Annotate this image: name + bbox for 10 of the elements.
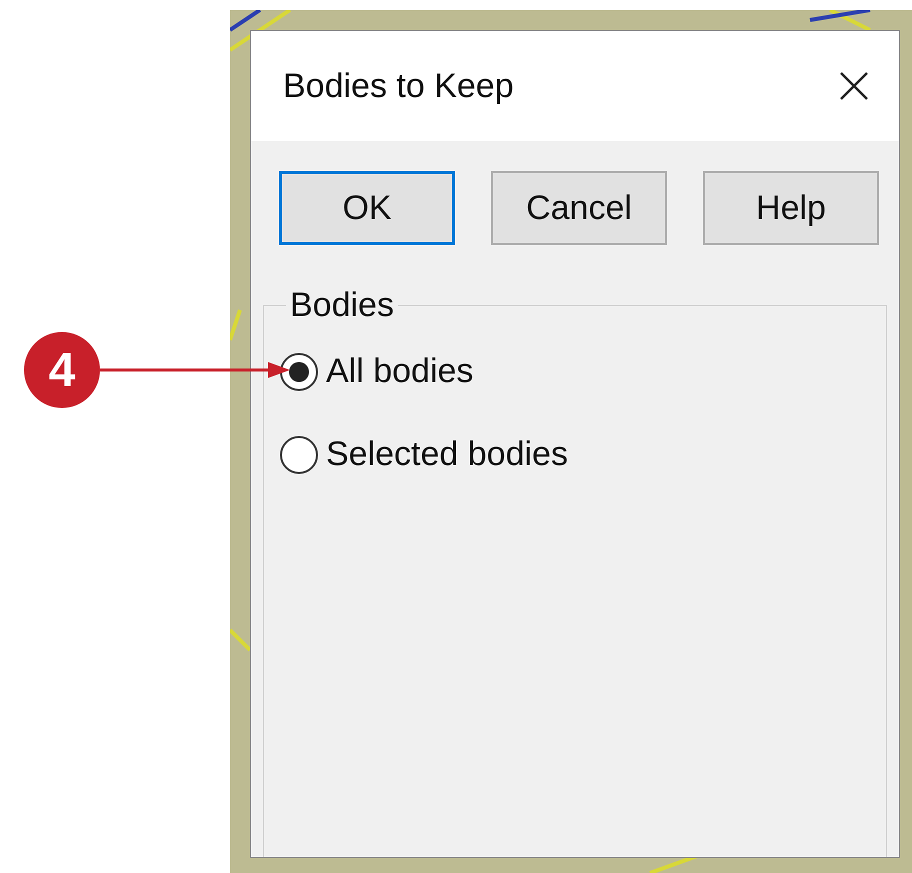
- callout-number: 4: [24, 332, 100, 408]
- radio-label[interactable]: All bodies: [326, 352, 474, 391]
- radio-button[interactable]: [280, 352, 318, 390]
- radio-label[interactable]: Selected bodies: [326, 435, 568, 474]
- dialog-button[interactable]: Cancel: [491, 171, 667, 245]
- dialog-button[interactable]: OK: [279, 171, 455, 245]
- radio-button[interactable]: [280, 436, 318, 474]
- window-title: Bodies to Keep: [283, 66, 514, 106]
- dialog-button[interactable]: Help: [703, 171, 879, 245]
- close-icon[interactable]: [839, 71, 869, 101]
